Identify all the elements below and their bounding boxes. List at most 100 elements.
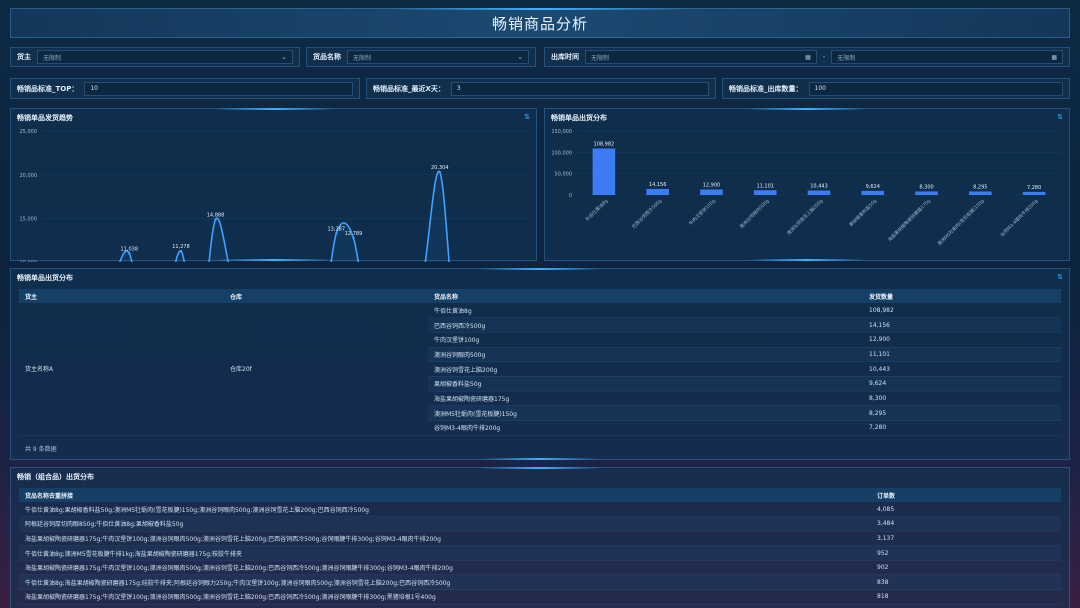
table-row: 牛佰仕黄油8g;海盐果胡椒陶瓷研磨器175g;硅胶牛排夹;阿根廷谷饲眼力250g… <box>19 574 1061 591</box>
data-label: 11,278 <box>172 244 190 250</box>
combo-name-cell: 阿根廷谷饲厚切肉眼850g;牛佰仕黄油8g;果胡椒香料盐50g <box>19 516 871 532</box>
outbound-end-date[interactable]: 无限制 ▦ <box>831 50 1063 64</box>
bar-chart: 150,000 100,000 50,000 0 108,982 牛佰仕黄油8g 14,15… <box>551 129 1061 247</box>
data-label: 13,287 <box>328 227 346 233</box>
y-tick-label: 100,000 <box>551 150 572 156</box>
table-row: 牛佰仕黄油8g;澳洲M5雪花板腱牛排1kg;海盐果胡椒陶瓷研磨器175g;枝胶牛… <box>19 545 1061 561</box>
bar <box>861 190 885 195</box>
outbound-qty-filter: 畅销品标准_出库数量： 100 <box>722 78 1070 99</box>
col-qty: 发货数量 <box>863 289 1061 303</box>
product-select[interactable]: 无限制 ⌄ <box>347 50 529 64</box>
bar <box>700 189 723 195</box>
outbound-label: 出库时间 <box>551 53 579 61</box>
chevron-down-icon: ⌄ <box>281 53 287 61</box>
data-point <box>438 170 441 174</box>
bar <box>592 148 616 195</box>
top-value: 10 <box>90 85 98 92</box>
combo-dist-table-panel: 畅销（组合品）出货分布 货品名称去重拼接 订单数 牛佰仕黄油8g;果胡椒香料盐5… <box>10 467 1070 608</box>
data-label: 8,300 <box>919 184 933 190</box>
owner-select[interactable]: 无限制 ⌄ <box>37 50 293 64</box>
col-product: 货品名称 <box>428 289 863 303</box>
end-placeholder: 无限制 <box>837 54 856 62</box>
qty-cell: 14,156 <box>863 317 1061 333</box>
table2-title: 畅销（组合品）出货分布 <box>17 473 94 481</box>
outbound-qty-label: 畅销品标准_出库数量： <box>729 84 803 93</box>
qty-cell: 8,295 <box>863 405 1061 421</box>
product-filter: 货品名称 无限制 ⌄ <box>306 47 536 67</box>
table-row: 货主名称A 仓库20f 牛佰仕黄油8g 108,982 <box>19 303 1061 436</box>
data-label: 14,156 <box>649 182 667 188</box>
product-name-cell: 谷饲M3-4眼肉牛排200g <box>428 420 863 436</box>
x-category-label: 巴西谷饲西冷500g <box>630 197 663 230</box>
recent-days-filter: 畅销品标准_最近X天： 3 <box>366 78 716 99</box>
product-name-cell: 巴西谷饲西冷500g <box>428 317 863 333</box>
order-count-cell: 3,137 <box>871 531 1061 547</box>
x-category-label: 海盐果胡椒陶瓷研磨器175g <box>886 197 932 243</box>
product-label: 货品名称 <box>313 53 341 61</box>
data-label: 8,295 <box>973 184 987 190</box>
filter-icon[interactable]: ⇅ <box>1057 273 1063 281</box>
table-row: 海盐果胡椒陶瓷研磨器175g;牛肉汉堡饼100g;澳洲谷饲眼肉500g;澳洲谷饲… <box>19 589 1061 605</box>
table-row: 海盐果胡椒陶瓷研磨器175g;牛肉汉堡饼100g;澳洲谷饲眼肉500g;澳洲谷饲… <box>19 531 1061 547</box>
product-name-cell: 澳洲谷饲雪花上脑200g <box>428 361 863 377</box>
x-category-label: 澳洲M5牡蛎肉(雪花板腱)150g <box>936 197 986 247</box>
owner-placeholder: 无限制 <box>43 54 62 62</box>
table-row: 牛佰仕黄油8g;果胡椒香料盐50g;澳洲M5牡蛎肉(雪花板腱)150g;澳洲谷饲… <box>19 502 1061 518</box>
x-category-label: 牛肉汉堡饼100g <box>687 197 717 227</box>
x-category-label: 果胡椒香料盐50g <box>848 197 879 228</box>
product-placeholder: 无限制 <box>353 54 372 62</box>
recent-days-input[interactable]: 3 <box>450 81 709 96</box>
outbound-date-filter: 出库时间 无限制 ▦ - 无限制 ▦ <box>544 47 1070 67</box>
outbound-start-date[interactable]: 无限制 ▦ <box>585 50 817 64</box>
combo-name-cell: 牛佰仕黄油8g;果胡椒香料盐50g;澳洲M5牡蛎肉(雪花板腱)150g;澳洲谷饲… <box>19 502 871 518</box>
data-point <box>335 232 338 235</box>
data-label: 108,982 <box>594 142 615 148</box>
product-name-cell: 澳洲谷饲眼肉500g <box>428 347 863 363</box>
y-tick-label: 20,000 <box>20 173 38 179</box>
data-label: 10,443 <box>810 184 828 190</box>
y-tick-label: 50,000 <box>555 172 573 178</box>
y-tick-label: 15,000 <box>20 217 38 223</box>
qty-cell: 7,280 <box>863 420 1061 436</box>
data-label: 12,900 <box>703 182 721 188</box>
qty-cell: 10,443 <box>863 361 1061 377</box>
col-combo-name: 货品名称去重拼接 <box>19 488 871 502</box>
top-label: 畅销品标准_TOP： <box>17 84 79 93</box>
outbound-qty-input[interactable]: 100 <box>808 81 1063 96</box>
table1-footer: 共 9 条数据 <box>25 446 57 453</box>
data-point <box>179 250 183 253</box>
product-name-cell: 澳洲M5牡蛎肉(雪花板腱)150g <box>428 405 863 421</box>
data-label: 12,789 <box>345 231 363 237</box>
combo-name-cell: 牛佰仕黄油8g;海盐果胡椒陶瓷研磨器175g;硅胶牛排夹;阿根廷谷饲眼力250g… <box>19 574 871 591</box>
calendar-icon: ▦ <box>805 53 811 61</box>
data-label: 11,101 <box>756 183 774 189</box>
data-point <box>128 252 131 255</box>
product-name-cell: 海盐果胡椒陶瓷研磨器175g <box>428 391 863 407</box>
date-separator: - <box>822 53 826 61</box>
y-tick-label: 25,000 <box>20 129 38 135</box>
combo-name-cell: 海盐果胡椒陶瓷研磨器175g;牛肉汉堡饼100g;澳洲谷饲眼肉500g;澳洲谷饲… <box>19 589 871 605</box>
combo-name-cell: 海盐果胡椒陶瓷研磨器175g;牛肉汉堡饼100g;澳洲谷饲眼肉500g;澳洲谷饲… <box>19 560 871 576</box>
y-tick-label: 150,000 <box>551 129 572 135</box>
bar <box>1022 191 1046 195</box>
order-count-cell: 902 <box>871 560 1061 576</box>
x-category-label: 澳洲谷饲雪花上脑200g <box>785 197 824 236</box>
top-input[interactable]: 10 <box>84 81 353 96</box>
combo-name-cell: 海盐果胡椒陶瓷研磨器175g;牛肉汉堡饼100g;澳洲谷饲眼肉500g;澳洲谷饲… <box>19 531 871 547</box>
qty-cell: 11,101 <box>863 347 1061 363</box>
product-name-cell: 牛佰仕黄油8g <box>428 303 863 319</box>
product-name-cell: 果胡椒香料盐50g <box>428 376 863 392</box>
top-filter: 畅销品标准_TOP： 10 <box>10 78 360 99</box>
qty-cell: 12,900 <box>863 332 1061 348</box>
product-name-cell: 牛肉汉堡饼100g <box>428 332 863 348</box>
bar <box>753 190 777 195</box>
qty-cell: 8,300 <box>863 391 1061 407</box>
page-title: 畅销商品分析 <box>491 14 588 33</box>
y-tick-label: 10,000 <box>20 260 38 262</box>
data-label: 20,304 <box>431 165 449 171</box>
qty-cell: 9,624 <box>863 376 1061 392</box>
col-order-count: 订单数 <box>871 488 1061 502</box>
owner-cell: 货主名称A <box>19 303 224 436</box>
dist-panel: 畅销单品出货分布 ⇅ 150,000 100,000 50,000 0 108,982 牛… <box>544 108 1070 261</box>
col-owner: 货主 <box>19 289 224 303</box>
